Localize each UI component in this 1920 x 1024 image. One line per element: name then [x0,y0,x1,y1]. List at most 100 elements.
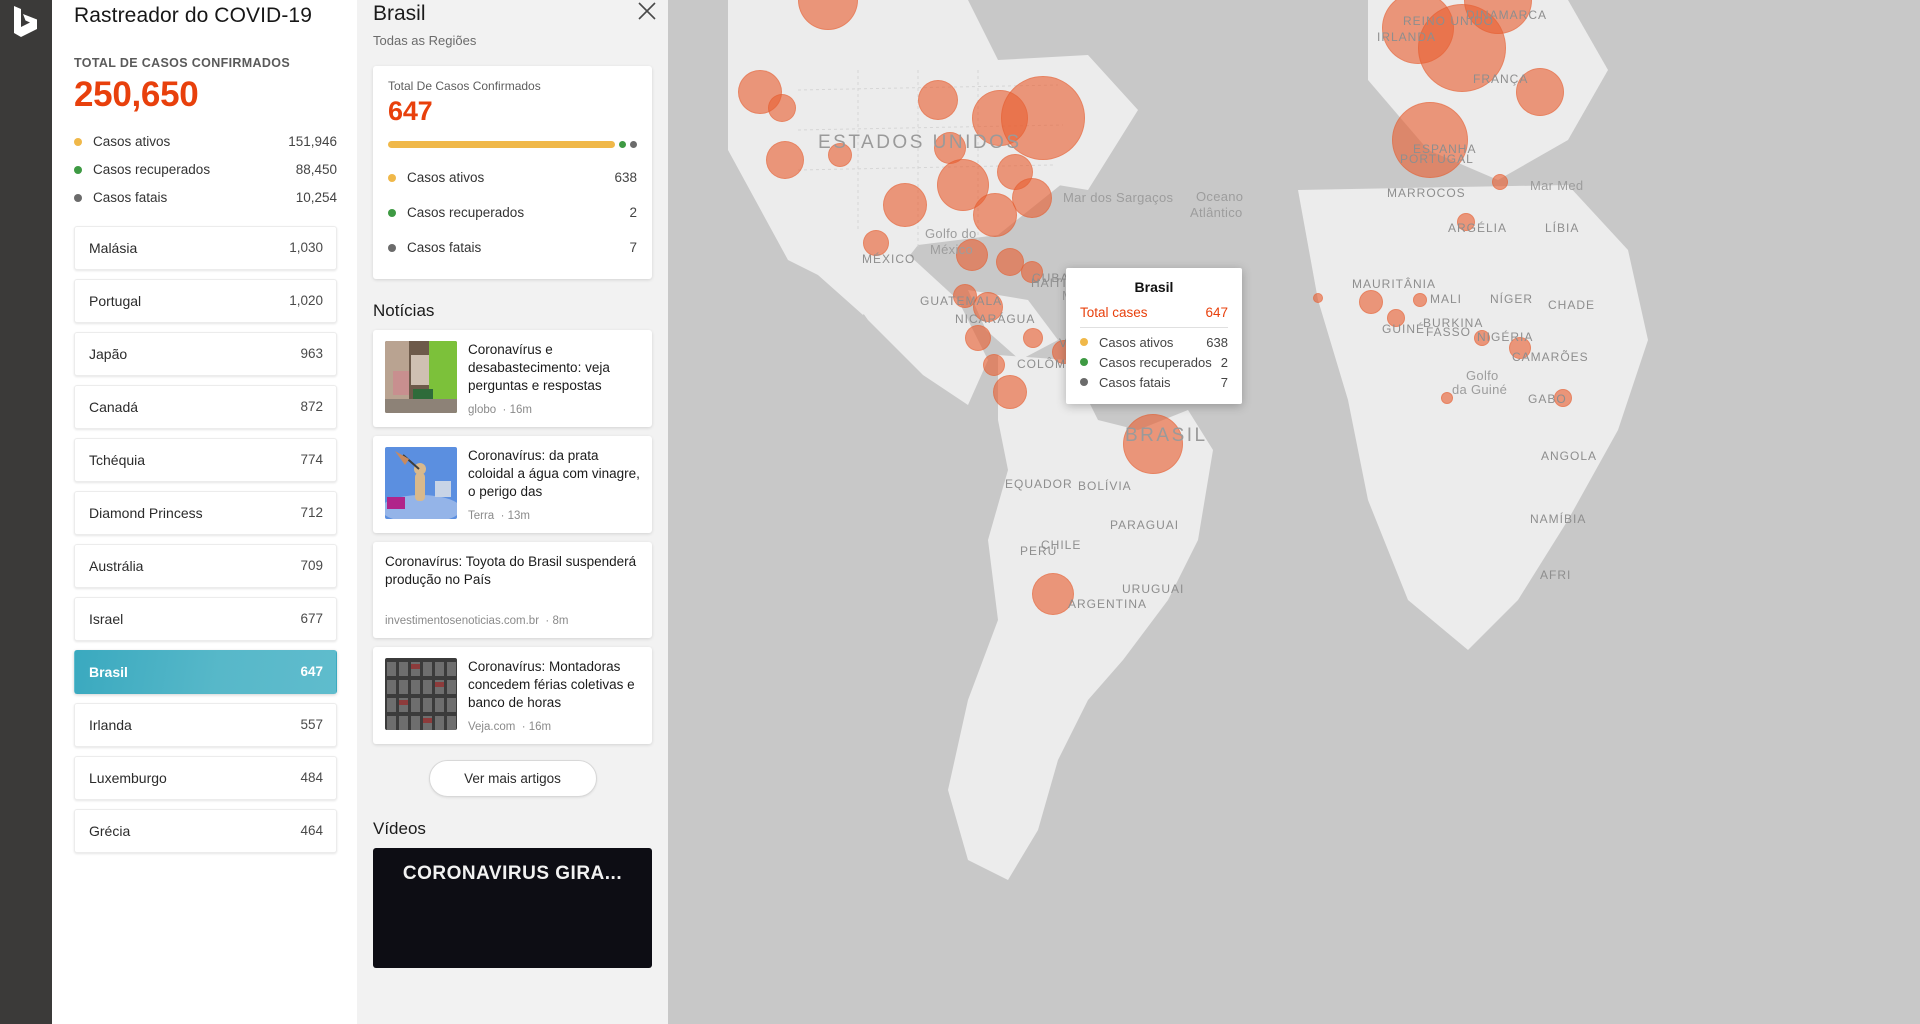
tooltip-row-label: Casos recuperados [1099,354,1212,370]
case-bubble[interactable] [973,193,1017,237]
legend-value: 7 [629,240,637,255]
news-time: 16m [509,403,532,416]
active-bar-segment [388,141,615,148]
case-bubble[interactable] [1012,178,1052,218]
case-bubble[interactable] [1032,573,1074,615]
detail-title: Brasil [373,2,426,25]
legend-row: Casos fatais 10,254 [74,184,337,212]
case-bubble[interactable] [883,183,927,227]
dot-icon [1080,378,1088,386]
case-bubble[interactable] [1554,389,1572,407]
country-row[interactable]: Brasil 647 [74,649,337,694]
card-legend: Casos ativos 638 Casos recuperados 2 Cas… [388,160,637,265]
news-time: 13m [507,509,530,522]
case-bubble[interactable] [1516,68,1564,116]
case-bubble[interactable] [1492,174,1508,190]
news-meta: globo · 16m [468,403,532,416]
legend-value: 151,946 [288,134,337,150]
legend-row: Casos recuperados 2 [388,195,637,230]
case-bubble[interactable] [1023,328,1043,348]
legend-row: Casos ativos 638 [388,160,637,195]
close-icon[interactable] [634,0,660,24]
tooltip-total-label: Total cases [1080,305,1148,320]
country-value: 557 [300,717,323,733]
legend-value: 638 [614,170,637,185]
country-row[interactable]: Japão 963 [74,331,337,376]
country-row[interactable]: Luxemburgo 484 [74,755,337,800]
country-row[interactable]: Malásia 1,030 [74,225,337,270]
country-row[interactable]: Israel 677 [74,596,337,641]
news-item[interactable]: Coronavírus e desabastecimento: veja per… [373,330,652,427]
case-bubble[interactable] [1313,293,1323,303]
region-stats-card: Total De Casos Confirmados 647 Casos ati… [373,66,652,279]
news-thumbnail [385,341,457,413]
news-thumbnail [385,657,457,730]
case-bubble[interactable] [1359,290,1383,314]
news-meta: investimentosenoticias.com.br · 8m [385,614,569,627]
case-bubble[interactable] [1413,293,1427,307]
detail-subtitle: Todas as Regiões [373,33,477,48]
fatal-bar-dot [630,141,637,148]
case-bubble[interactable] [993,375,1027,409]
news-item[interactable]: Coronavírus: Toyota do Brasil suspenderá… [373,541,652,638]
dot-icon [388,243,396,252]
news-item[interactable]: Coronavírus: Montadoras concedem férias … [373,646,652,744]
country-value: 774 [300,452,323,468]
news-thumbnail [385,446,457,519]
country-name: Israel [89,610,124,627]
case-bubble[interactable] [828,143,852,167]
legend-label: Casos recuperados [93,162,211,178]
country-row[interactable]: Diamond Princess 712 [74,490,337,535]
case-bubble[interactable] [956,239,988,271]
dot-icon [388,208,396,217]
legend-label: Casos ativos [93,134,171,150]
total-cases-value: 250,650 [74,75,199,114]
case-bubble[interactable] [1457,213,1475,231]
case-bubble[interactable] [1021,261,1043,283]
case-bubble[interactable] [768,94,796,122]
country-value: 1,020 [289,293,323,309]
case-distribution-bar [388,141,637,148]
dot-icon [74,137,82,146]
case-bubble[interactable] [1123,414,1183,474]
news-title: Coronavírus e desabastecimento: veja per… [468,342,610,393]
news-title: Coronavírus: Montadoras concedem férias … [468,658,635,710]
tooltip-row-label: Casos fatais [1099,374,1171,390]
case-bubble[interactable] [1509,337,1531,359]
dot-icon [1080,338,1088,346]
case-bubble[interactable] [983,354,1005,376]
country-row[interactable]: Portugal 1,020 [74,278,337,323]
bing-logo-icon[interactable] [10,4,42,38]
country-name: Irlanda [89,716,132,733]
country-value: 464 [300,823,323,839]
world-map[interactable]: ESTADOS UNIDOS MÉXICO Golfo do México Mar do… [668,0,1920,1024]
legend-value: 10,254 [295,190,337,206]
dot-icon [74,193,82,202]
case-bubble[interactable] [918,80,958,120]
legend-row: Casos fatais 7 [388,230,637,265]
country-row[interactable]: Austrália 709 [74,543,337,588]
news-source: Veja.com [468,720,516,733]
tooltip-row: Casos ativos 638 [1080,332,1228,352]
country-row[interactable]: Irlanda 557 [74,702,337,747]
video-card[interactable]: CORONAVIRUS GIRA... [373,847,652,968]
case-bubble[interactable] [1387,309,1405,327]
news-time: 8m [552,614,569,627]
country-row[interactable]: Tchéquia 774 [74,437,337,482]
global-legend: Casos ativos 151,946 Casos recuperados 8… [74,128,337,212]
case-bubble[interactable] [766,141,804,179]
case-bubble[interactable] [863,230,889,256]
more-articles-button[interactable]: Ver mais artigos [428,759,597,797]
news-item[interactable]: Coronavírus: da prata coloidal a água co… [373,435,652,533]
legend-value: 88,450 [295,162,337,178]
case-bubble[interactable] [973,292,1003,322]
case-bubble[interactable] [996,248,1024,276]
country-row[interactable]: Canadá 872 [74,384,337,429]
case-bubble[interactable] [1441,392,1453,404]
case-bubble[interactable] [1474,330,1490,346]
case-bubble[interactable] [1392,102,1468,178]
country-row[interactable]: Grécia 464 [74,808,337,853]
total-cases-label: TOTAL DE CASOS CONFIRMADOS [74,56,291,70]
case-bubble[interactable] [965,325,991,351]
case-bubble[interactable] [1001,76,1085,160]
